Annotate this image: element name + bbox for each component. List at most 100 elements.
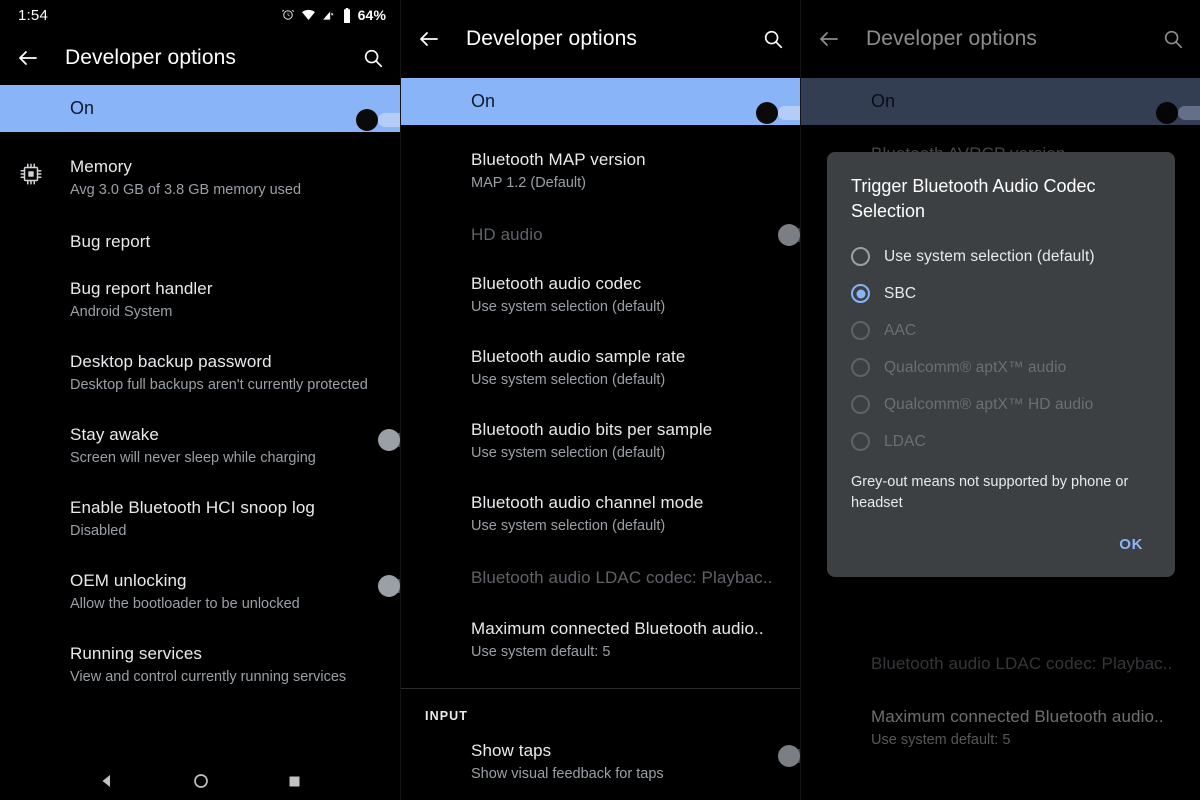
list-item-bluetooth-audio-codec[interactable]: Bluetooth audio codec Use system selecti…	[401, 258, 800, 331]
nav-recents-square-icon[interactable]	[287, 774, 302, 789]
nav-back-triangle-icon[interactable]	[98, 772, 116, 790]
list-item-subtitle: Avg 3.0 GB of 3.8 GB memory used	[70, 182, 302, 198]
panel-3: Developer options On Bluetooth AVRCP ver…	[800, 0, 1200, 800]
radio-option-aac: AAC	[851, 312, 1151, 349]
list-item-bluetooth-audio-channel-mode[interactable]: Bluetooth audio channel mode Use system …	[401, 477, 800, 550]
master-switch-label: On	[471, 91, 496, 111]
list-item-title: Memory	[70, 157, 132, 176]
list-item-subtitle: Use system selection (default)	[471, 445, 666, 461]
list-item-title: Maximum connected Bluetooth audio..	[871, 707, 1164, 726]
list-item-bluetooth-audio-bits-per-sample[interactable]: Bluetooth audio bits per sample Use syst…	[401, 404, 800, 477]
list-item-title: Bluetooth audio LDAC codec: Playbac..	[471, 568, 773, 587]
page-title: Developer options	[466, 27, 637, 50]
list-item-oem-unlocking[interactable]: OEM unlocking Allow the bootloader to be…	[0, 555, 400, 628]
list-item-bluetooth-hci-snoop-log[interactable]: Enable Bluetooth HCI snoop log Disabled	[0, 482, 400, 555]
list-item-title: Bluetooth audio sample rate	[471, 347, 686, 366]
list-item-title: Running services	[70, 644, 202, 663]
toolbar: Developer options	[801, 0, 1200, 78]
list-item-bluetooth-audio-sample-rate[interactable]: Bluetooth audio sample rate Use system s…	[401, 331, 800, 404]
list-item-maximum-connected-bluetooth-audio: Maximum connected Bluetooth audio.. Use …	[801, 689, 1200, 764]
list-item-maximum-connected-bluetooth-audio[interactable]: Maximum connected Bluetooth audio.. Use …	[401, 603, 800, 676]
search-icon[interactable]	[762, 28, 784, 50]
back-button[interactable]	[16, 46, 40, 70]
list-item-title: Show taps	[471, 741, 552, 760]
list-item-subtitle: Desktop full backups aren't currently pr…	[70, 377, 368, 393]
list-item-title: OEM unlocking	[70, 571, 187, 590]
panel-1-settings-list: Memory Avg 3.0 GB of 3.8 GB memory used …	[0, 132, 400, 701]
radio-button-icon	[851, 321, 870, 340]
radio-option-label: Qualcomm® aptX™ HD audio	[884, 395, 1094, 413]
list-item-bug-report-handler[interactable]: Bug report handler Android System	[0, 263, 400, 336]
developer-options-master-switch-row[interactable]: On	[401, 78, 800, 125]
master-switch-label: On	[871, 91, 896, 111]
dialog-title: Trigger Bluetooth Audio Codec Selection	[851, 176, 1096, 221]
list-item-subtitle: View and control currently running servi…	[70, 669, 347, 685]
toolbar: Developer options	[401, 0, 800, 78]
list-item-subtitle: Use system selection (default)	[471, 299, 666, 315]
status-bar: 1:54 64%	[0, 0, 400, 30]
list-item-memory[interactable]: Memory Avg 3.0 GB of 3.8 GB memory used	[0, 137, 400, 214]
list-item-bluetooth-map-version[interactable]: Bluetooth MAP version MAP 1.2 (Default)	[401, 130, 800, 207]
master-switch-label: On	[70, 98, 95, 118]
radio-option-ldac: LDAC	[851, 423, 1151, 460]
memory-chip-icon	[18, 155, 70, 187]
radio-option-sbc[interactable]: SBC	[851, 275, 1151, 312]
list-item-stay-awake[interactable]: Stay awake Screen will never sleep while…	[0, 409, 400, 482]
radio-option-label: AAC	[884, 321, 917, 339]
radio-button-icon[interactable]	[851, 247, 870, 266]
toolbar: Developer options	[0, 30, 400, 85]
ok-button[interactable]: OK	[1111, 530, 1151, 559]
nav-home-circle-icon[interactable]	[192, 772, 210, 790]
list-item-hd-audio: HD audio	[401, 207, 800, 258]
list-item-show-taps[interactable]: Show taps Show visual feedback for taps	[401, 729, 800, 798]
page-title: Developer options	[65, 45, 236, 69]
list-item-title: Stay awake	[70, 425, 159, 444]
list-item-subtitle: Show visual feedback for taps	[471, 766, 664, 782]
radio-button-icon	[851, 395, 870, 414]
list-item-title: Bluetooth MAP version	[471, 150, 646, 169]
list-item-subtitle: Disabled	[70, 523, 127, 539]
radio-button-selected-icon[interactable]	[851, 284, 870, 303]
radio-option-label: LDAC	[884, 432, 926, 450]
list-item-title: Bluetooth audio channel mode	[471, 493, 704, 512]
dialog-actions: OK	[851, 514, 1151, 569]
list-item-subtitle: Android System	[70, 304, 173, 320]
alarm-icon	[281, 8, 295, 22]
radio-button-icon	[851, 432, 870, 451]
list-item-subtitle: Use system default: 5	[871, 732, 1011, 748]
list-item-title: Bluetooth audio LDAC codec: Playbac..	[871, 654, 1173, 673]
list-item-title: Bluetooth audio bits per sample	[471, 420, 713, 439]
developer-options-master-switch-row: On	[801, 78, 1200, 125]
back-button[interactable]	[817, 27, 841, 51]
radio-option-label: SBC	[884, 284, 917, 302]
list-item-title: Bluetooth audio codec	[471, 274, 642, 293]
list-item-subtitle: Use system default: 5	[471, 644, 611, 660]
list-item-running-services[interactable]: Running services View and control curren…	[0, 628, 400, 701]
list-item-bluetooth-audio-ldac-codec: Bluetooth audio LDAC codec: Playbac..	[401, 550, 800, 603]
list-item-title: Bug report handler	[70, 279, 213, 298]
panel-2-settings-list: Bluetooth MAP version MAP 1.2 (Default) …	[401, 125, 800, 676]
list-item-subtitle: Allow the bootloader to be unlocked	[70, 596, 300, 612]
list-item-title: Bug report	[70, 232, 151, 251]
search-icon[interactable]	[1162, 28, 1184, 50]
radio-option-aptx-hd-audio: Qualcomm® aptX™ HD audio	[851, 386, 1151, 423]
radio-option-use-system-selection[interactable]: Use system selection (default)	[851, 238, 1151, 275]
battery-icon	[342, 7, 352, 23]
status-bar-clock: 1:54	[18, 6, 48, 24]
back-button[interactable]	[417, 27, 441, 51]
list-item-bluetooth-audio-ldac-codec: Bluetooth audio LDAC codec: Playbac..	[801, 638, 1200, 689]
radio-option-label: Use system selection (default)	[884, 247, 1095, 265]
section-header-input: INPUT	[425, 709, 468, 723]
list-item-bug-report[interactable]: Bug report	[0, 214, 400, 263]
developer-options-master-switch-row[interactable]: On	[0, 85, 400, 132]
list-item-subtitle: MAP 1.2 (Default)	[471, 175, 586, 191]
list-item-desktop-backup-password[interactable]: Desktop backup password Desktop full bac…	[0, 336, 400, 409]
list-item-title: Maximum connected Bluetooth audio..	[471, 619, 764, 638]
list-item-subtitle: Use system selection (default)	[471, 372, 666, 388]
radio-option-aptx-audio: Qualcomm® aptX™ audio	[851, 349, 1151, 386]
battery-percent: 64%	[357, 7, 386, 23]
search-icon[interactable]	[362, 47, 384, 69]
radio-button-icon	[851, 358, 870, 377]
navigation-bar	[0, 762, 400, 800]
panel-1: 1:54 64% Developer options On Memory Avg…	[0, 0, 400, 800]
